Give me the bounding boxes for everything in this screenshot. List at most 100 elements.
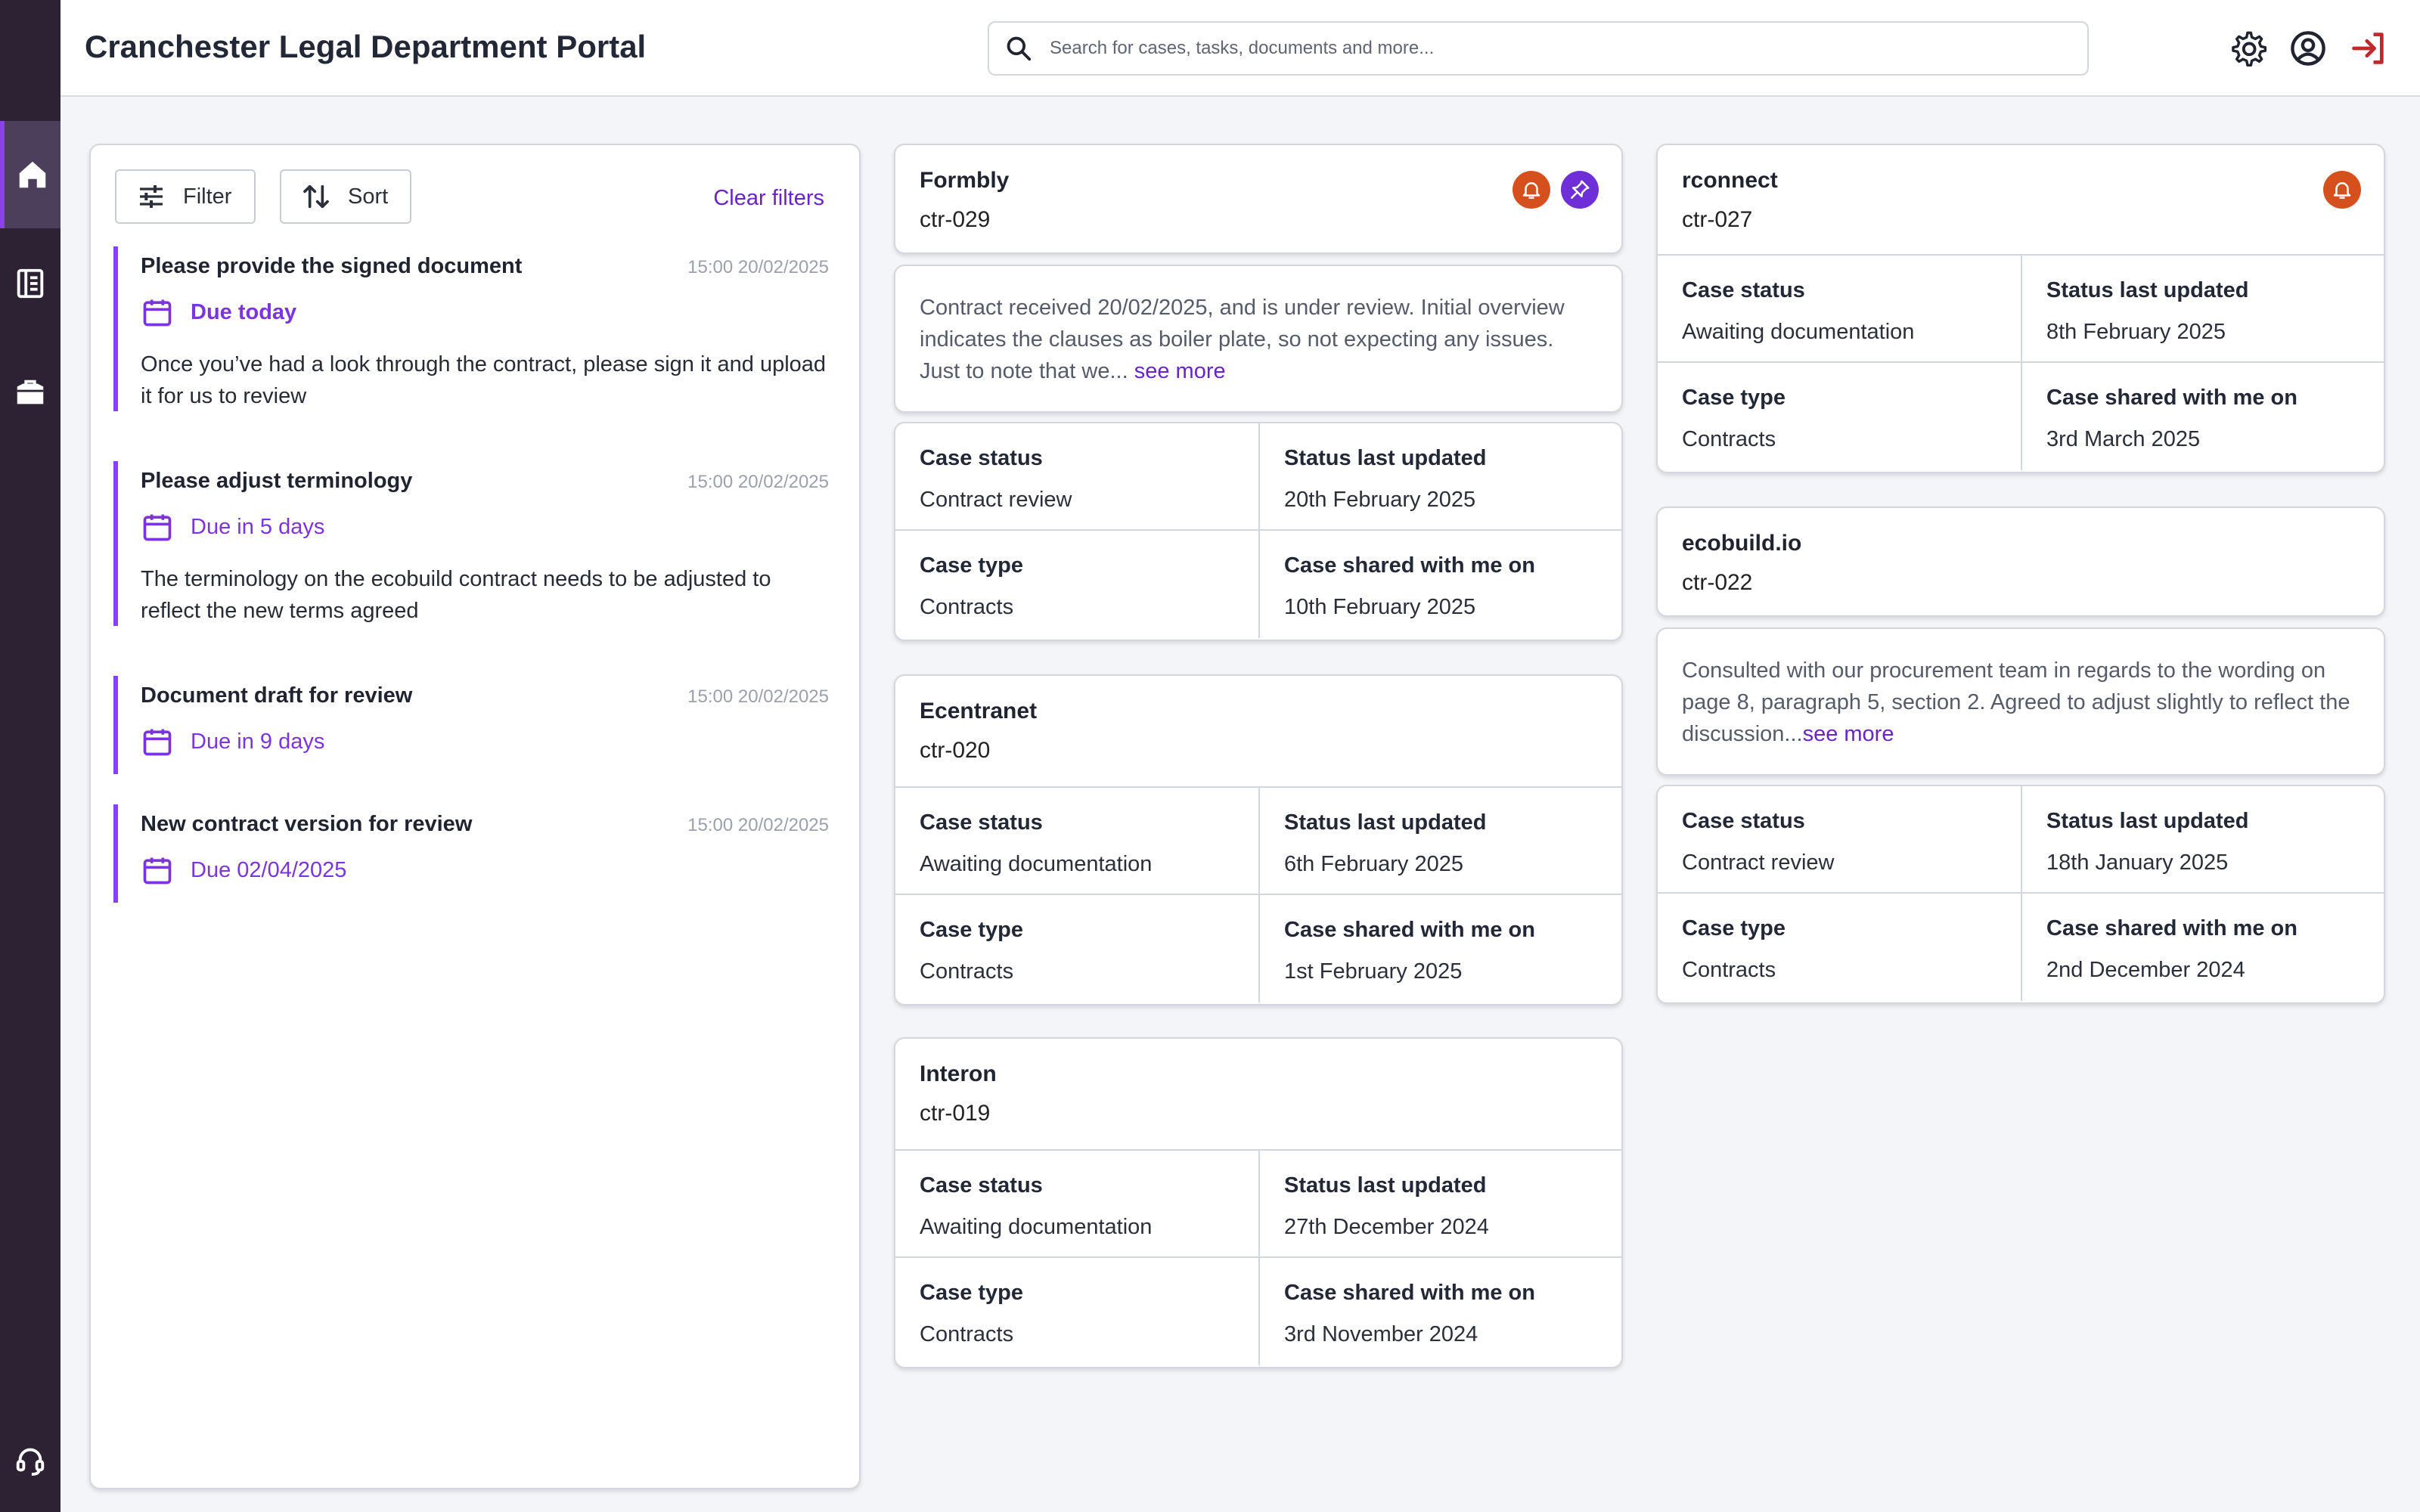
case-card[interactable]: Ecentranet ctr-020 Case status Awaiting d… (894, 674, 1623, 1005)
status-updated-label: Status last updated (1284, 446, 1487, 470)
logout-icon[interactable] (2349, 29, 2388, 68)
status-updated-cell: Status last updated 27th December 2024 (1258, 1151, 1621, 1258)
user-profile-icon[interactable] (2288, 29, 2328, 68)
sort-arrows-icon (303, 184, 329, 209)
case-company: Interon (920, 1061, 997, 1086)
task-due: Due today (141, 296, 829, 329)
case-status-label: Case status (920, 1173, 1043, 1198)
case-status-value: Awaiting documentation (920, 852, 1153, 876)
see-more-link[interactable]: see more (1803, 722, 1894, 746)
case-status-label: Case status (920, 810, 1043, 835)
case-card-header[interactable]: Formbly ctr-029 (894, 144, 1623, 254)
calendar-icon (143, 514, 172, 541)
case-shared-label: Case shared with me on (2046, 916, 2297, 940)
task-item[interactable]: Please provide the signed document 15:00… (113, 246, 829, 411)
case-card[interactable]: Interon ctr-019 Case status Awaiting docu… (894, 1037, 1623, 1368)
clear-filters-link[interactable]: Clear filters (713, 186, 824, 211)
case-type-label: Case type (1682, 916, 1786, 940)
search-box[interactable] (988, 21, 2089, 76)
case-type-cell: Case type Contracts (1658, 894, 2021, 1001)
case-shared-label: Case shared with me on (1284, 918, 1535, 942)
case-shared-cell: Case shared with me on 2nd December 2024 (2021, 894, 2384, 1001)
case-shared-label: Case shared with me on (1284, 1281, 1535, 1305)
status-updated-cell: Status last updated 8th February 2025 (2021, 256, 2384, 363)
case-reference: ctr-027 (1682, 207, 1753, 232)
settings-gear-icon[interactable] (2228, 29, 2267, 68)
status-updated-cell: Status last updated 20th February 2025 (1258, 423, 1621, 531)
rail-item-home[interactable] (0, 121, 60, 228)
case-status-label: Case status (1682, 809, 1805, 833)
case-shared-value: 1st February 2025 (1284, 959, 1463, 984)
rail-item-documents[interactable] (0, 230, 60, 337)
status-updated-value: 18th January 2025 (2046, 850, 2229, 875)
task-due: Due in 5 days (141, 510, 829, 544)
case-type-cell: Case type Contracts (895, 531, 1258, 638)
case-note: Consulted with our procurement team in r… (1656, 627, 2385, 776)
case-type-cell: Case type Contracts (895, 895, 1258, 1002)
task-due-label: Due in 9 days (191, 729, 325, 754)
alert-badge[interactable] (1512, 171, 1550, 209)
case-type-value: Contracts (1682, 958, 1776, 982)
case-shared-value: 10th February 2025 (1284, 595, 1476, 619)
task-item[interactable]: Document draft for review 15:00 20/02/20… (113, 676, 829, 774)
task-timestamp: 15:00 20/02/2025 (687, 815, 829, 835)
case-status-label: Case status (1682, 278, 1805, 302)
home-icon (19, 161, 46, 188)
case-company: rconnect (1682, 168, 1778, 193)
side-rail (0, 0, 60, 1512)
case-company: ecobuild.io (1682, 531, 1802, 556)
case-status-cell: Case status Contract review (895, 423, 1258, 531)
sort-button-label: Sort (348, 184, 389, 209)
headset-icon (16, 1448, 45, 1476)
task-item[interactable]: New contract version for review 15:00 20… (113, 804, 829, 903)
case-card-header[interactable]: ecobuild.io ctr-022 (1656, 507, 2385, 617)
case-note-body: Consulted with our procurement team in r… (1682, 658, 2350, 746)
task-due-label: Due in 5 days (191, 514, 325, 539)
case-status-value: Contract review (1682, 850, 1835, 875)
case-status-cell: Case status Contract review (1658, 786, 2021, 894)
rail-item-support[interactable] (0, 1406, 60, 1512)
pin-badge[interactable] (1561, 171, 1599, 209)
filter-button[interactable]: Filter (115, 169, 256, 224)
case-note-text: Contract received 20/02/2025, and is und… (895, 266, 1621, 387)
case-shared-cell: Case shared with me on 1st February 2025 (1258, 895, 1621, 1002)
case-status-label: Case status (920, 446, 1043, 470)
case-type-value: Contracts (1682, 427, 1776, 451)
case-reference: ctr-022 (1682, 570, 1753, 595)
document-list-icon (17, 268, 44, 299)
calendar-icon (143, 299, 172, 327)
case-shared-value: 2nd December 2024 (2046, 958, 2245, 982)
case-status-cell: Case status Awaiting documentation (895, 788, 1258, 895)
case-type-value: Contracts (920, 1322, 1014, 1346)
status-updated-label: Status last updated (1284, 1173, 1487, 1198)
status-updated-cell: Status last updated 18th January 2025 (2021, 786, 2384, 894)
alert-badge[interactable] (2323, 171, 2361, 209)
case-shared-cell: Case shared with me on 3rd March 2025 (2021, 363, 2384, 470)
task-timestamp: 15:00 20/02/2025 (687, 257, 829, 277)
task-due: Due 02/04/2025 (141, 854, 829, 887)
bell-icon (1522, 182, 1540, 199)
see-more-link[interactable]: see more (1134, 359, 1226, 383)
task-item[interactable]: Please adjust terminology 15:00 20/02/20… (113, 461, 829, 626)
sort-button[interactable]: Sort (280, 169, 411, 224)
app-title: Cranchester Legal Department Portal (85, 29, 647, 64)
status-updated-cell: Status last updated 6th February 2025 (1258, 788, 1621, 895)
rail-item-cases[interactable] (0, 339, 60, 446)
case-note-body: Contract received 20/02/2025, and is und… (920, 296, 1565, 383)
case-note-text: Consulted with our procurement team in r… (1658, 629, 2384, 750)
tasks-panel: Filter Sort Clear filters Please provide… (89, 144, 861, 1489)
task-description: The terminology on the ecobuild contract… (141, 567, 771, 623)
case-type-label: Case type (920, 1281, 1024, 1305)
case-type-label: Case type (920, 918, 1024, 942)
case-type-value: Contracts (920, 595, 1014, 619)
case-shared-label: Case shared with me on (2046, 386, 2297, 410)
pin-icon (1571, 180, 1590, 199)
case-card[interactable]: rconnect ctr-027 Case status Awaiting doc… (1656, 144, 2385, 473)
case-details: Case status Contract review Status last u… (894, 422, 1623, 641)
status-updated-value: 27th December 2024 (1284, 1215, 1489, 1239)
task-description: Once you’ve had a look through the contr… (141, 352, 827, 408)
case-type-label: Case type (920, 553, 1024, 578)
case-company: Formbly (920, 168, 1010, 193)
search-input[interactable] (1050, 38, 2063, 59)
case-reference: ctr-029 (920, 207, 991, 232)
